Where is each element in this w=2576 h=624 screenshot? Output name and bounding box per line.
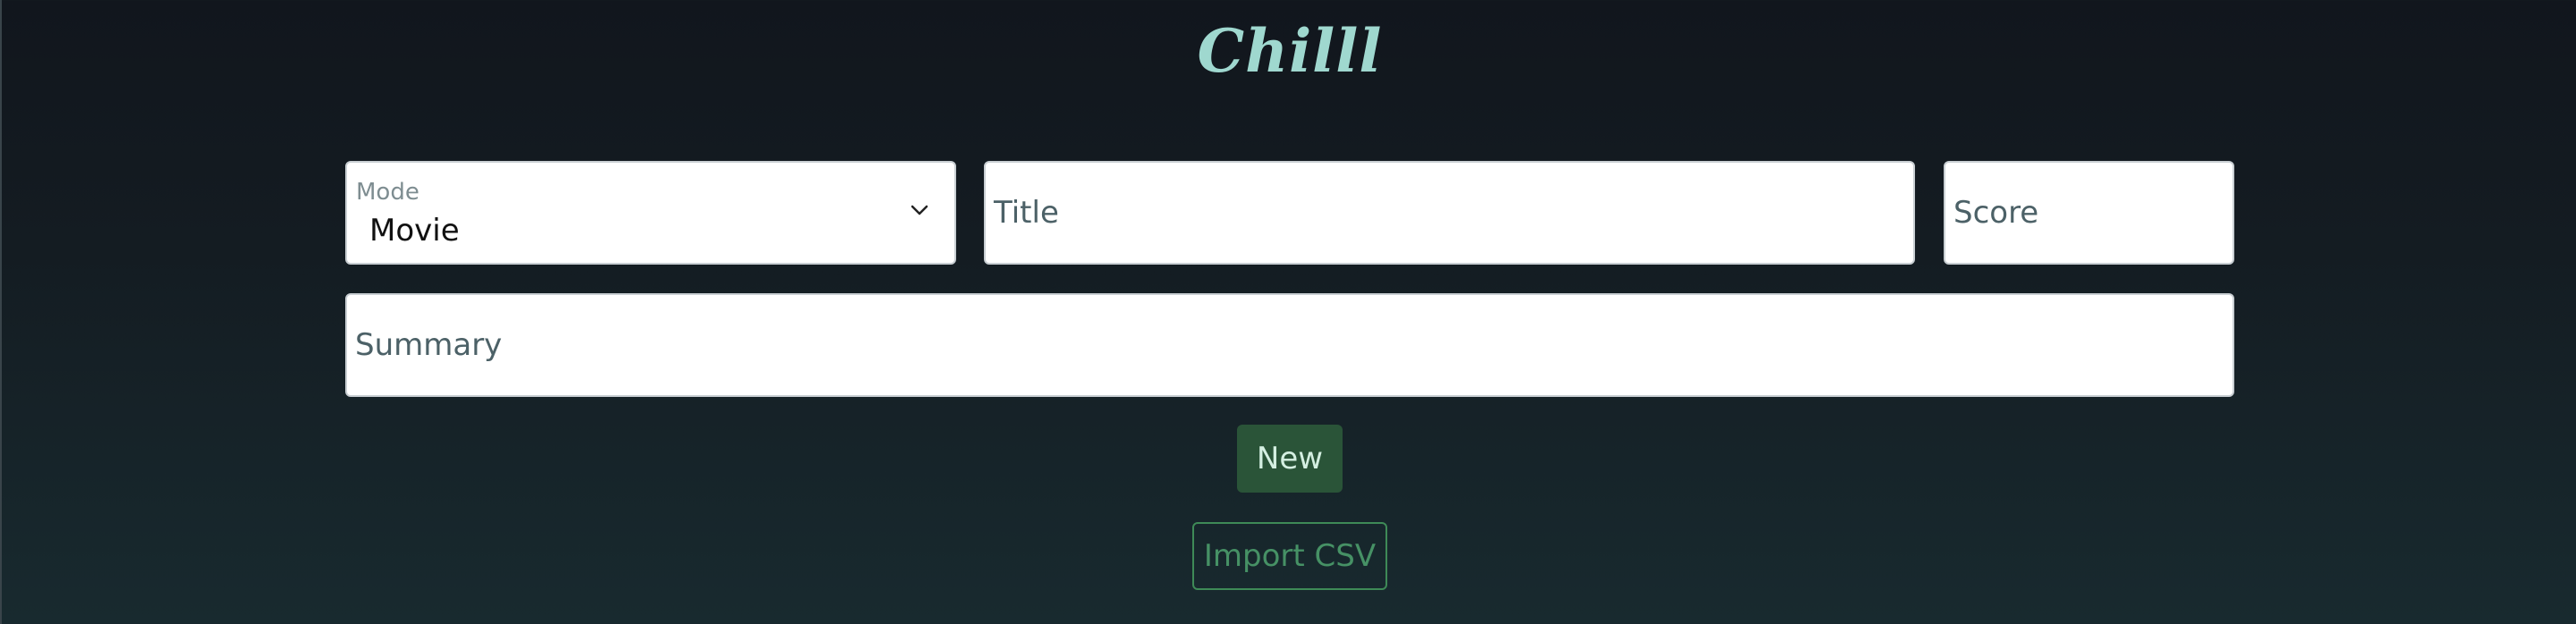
- chevron-down-icon: [911, 205, 928, 215]
- score-input[interactable]: Score: [1944, 161, 2234, 265]
- summary-input[interactable]: Summary: [345, 293, 2234, 397]
- mode-selected-value: Movie: [369, 213, 460, 249]
- mode-label: Mode: [356, 179, 419, 206]
- new-button[interactable]: New: [1237, 425, 1343, 493]
- app-logo: Chilll: [1197, 16, 1383, 86]
- title-input[interactable]: Title: [984, 161, 1915, 265]
- mode-select[interactable]: Mode Movie: [345, 161, 956, 265]
- summary-placeholder: Summary: [355, 327, 503, 363]
- import-csv-button[interactable]: Import CSV: [1192, 522, 1387, 590]
- score-placeholder: Score: [1953, 195, 2039, 231]
- title-placeholder: Title: [994, 195, 1059, 231]
